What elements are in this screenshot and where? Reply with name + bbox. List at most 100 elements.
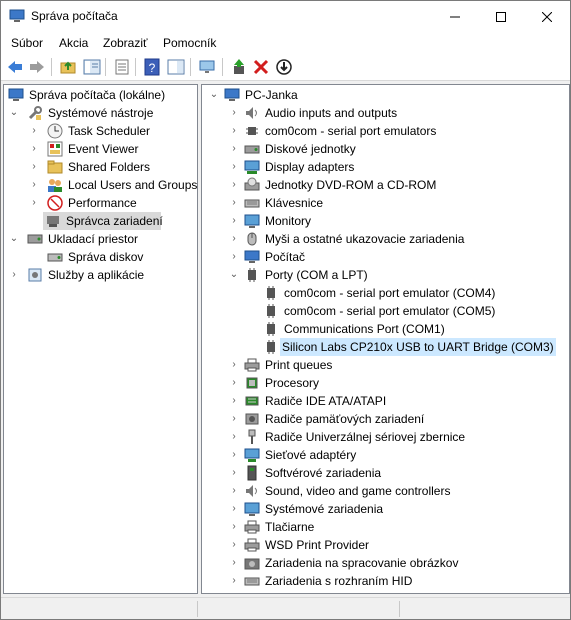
disable-icon[interactable] [275, 58, 293, 76]
device-category-usb-controllers[interactable]: › Radiče Univerzálnej sériovej zbernice [204, 428, 564, 446]
chevron-right-icon[interactable]: › [228, 518, 240, 536]
up-folder-icon[interactable] [59, 58, 77, 76]
device-category-com0com[interactable]: › com0com - serial port emulators [204, 122, 564, 140]
tree-item-device-manager[interactable]: Správca zariadení [43, 212, 163, 230]
device-category-hid[interactable]: › Zariadenia s rozhraním HID [204, 572, 564, 590]
chevron-right-icon[interactable]: › [228, 482, 240, 500]
toolbar-separator [135, 58, 136, 76]
back-icon[interactable] [6, 58, 24, 76]
status-bar [1, 597, 570, 619]
chevron-right-icon[interactable]: › [228, 230, 240, 248]
chevron-down-icon[interactable]: ⌄ [208, 86, 220, 104]
chevron-right-icon[interactable]: › [228, 122, 240, 140]
chevron-right-icon[interactable]: › [228, 158, 240, 176]
chevron-right-icon[interactable]: › [228, 248, 240, 266]
chevron-right-icon[interactable]: › [28, 194, 40, 212]
chevron-right-icon[interactable]: › [28, 176, 40, 194]
chevron-down-icon[interactable]: ⌄ [228, 266, 240, 284]
chevron-right-icon[interactable]: › [228, 104, 240, 122]
tree-item-storage[interactable]: ⌄ Ukladací priestor [6, 230, 196, 248]
chevron-right-icon[interactable]: › [228, 176, 240, 194]
chevron-right-icon[interactable]: › [228, 356, 240, 374]
uninstall-icon[interactable] [252, 58, 270, 76]
device-category-disk-drives[interactable]: › Diskové jednotky [204, 140, 564, 158]
chevron-right-icon[interactable]: › [228, 374, 240, 392]
chevron-down-icon[interactable]: ⌄ [8, 104, 20, 122]
menu-view[interactable]: Zobraziť [103, 36, 148, 50]
port-icon [267, 340, 275, 354]
menu-action[interactable]: Akcia [59, 36, 88, 50]
device-category-sound-video-game[interactable]: › Sound, video and game controllers [204, 482, 564, 500]
tree-item-services-and-applications[interactable]: › Služby a aplikácie [6, 266, 196, 284]
device-category-display-adapters[interactable]: › Display adapters [204, 158, 564, 176]
forward-icon[interactable] [28, 58, 46, 76]
chevron-right-icon[interactable]: › [228, 428, 240, 446]
device-category-system-devices[interactable]: › Systémové zariadenia [204, 500, 564, 518]
chevron-right-icon[interactable]: › [228, 554, 240, 572]
properties-icon[interactable] [113, 58, 131, 76]
device-category-mice[interactable]: › Myši a ostatné ukazovacie zariadenia [204, 230, 564, 248]
device-category-dvd-cd-rom[interactable]: › Jednotky DVD-ROM a CD-ROM [204, 176, 564, 194]
svg-text:?: ? [149, 61, 156, 75]
computer-management-icon [9, 9, 25, 22]
tree-item-computer-management[interactable]: Správa počítača (lokálne) [6, 86, 196, 104]
chevron-down-icon[interactable]: ⌄ [8, 230, 20, 248]
computer-management-icon [8, 88, 24, 101]
device-tree-pane[interactable]: ⌄ PC-Janka › Audio inputs and outputs › … [201, 84, 570, 594]
chevron-right-icon[interactable]: › [228, 410, 240, 428]
device-category-network-adapters[interactable]: › Sieťové adaptéry [204, 446, 564, 464]
device-com5[interactable]: com0com - serial port emulator (COM5) [204, 302, 564, 320]
device-category-monitors[interactable]: › Monitory [204, 212, 564, 230]
device-category-printers[interactable]: › Tlačiarne [204, 518, 564, 536]
chevron-right-icon[interactable]: › [228, 536, 240, 554]
device-com3-selected[interactable]: Silicon Labs CP210x USB to UART Bridge (… [263, 338, 556, 356]
chevron-right-icon[interactable]: › [28, 122, 40, 140]
software-device-icon [247, 465, 257, 481]
tree-item-event-viewer[interactable]: › Event Viewer [6, 140, 196, 158]
device-category-print-queues[interactable]: › Print queues [204, 356, 564, 374]
clock-icon [47, 123, 63, 139]
device-category-ports[interactable]: ⌄ Porty (COM a LPT) [204, 266, 564, 284]
tree-item-local-users-and-groups[interactable]: › Local Users and Groups [6, 176, 197, 194]
chevron-right-icon[interactable]: › [8, 266, 20, 284]
update-driver-icon[interactable] [230, 58, 248, 76]
device-category-wsd-print-provider[interactable]: › WSD Print Provider [204, 536, 564, 554]
tree-item-performance[interactable]: › Performance [6, 194, 196, 212]
device-root-pc-janka[interactable]: ⌄ PC-Janka [204, 86, 564, 104]
tree-item-shared-folders[interactable]: › Shared Folders [6, 158, 196, 176]
device-com1[interactable]: Communications Port (COM1) [204, 320, 564, 338]
navigation-tree-pane[interactable]: Správa počítača (lokálne) ⌄ Systémové ná… [3, 84, 198, 594]
device-category-processors[interactable]: › Procesory [204, 374, 564, 392]
chevron-right-icon[interactable]: › [228, 194, 240, 212]
menu-file[interactable]: Súbor [11, 36, 43, 50]
close-button[interactable] [524, 1, 570, 32]
tree-item-system-tools[interactable]: ⌄ Systémové nástroje [6, 104, 196, 122]
device-category-storage-controllers[interactable]: › Radiče pamäťových zariadení [204, 410, 564, 428]
chevron-right-icon[interactable]: › [28, 140, 40, 158]
chevron-right-icon[interactable]: › [228, 500, 240, 518]
chevron-right-icon[interactable]: › [28, 158, 40, 176]
chevron-right-icon[interactable]: › [228, 572, 240, 590]
monitor-icon[interactable] [198, 58, 216, 76]
minimize-button[interactable] [432, 1, 478, 32]
chevron-right-icon[interactable]: › [228, 446, 240, 464]
tree-item-disk-management[interactable]: Správa diskov [6, 248, 196, 266]
menu-help[interactable]: Pomocník [163, 36, 216, 50]
device-category-imaging-devices[interactable]: › Zariadenia na spracovanie obrázkov [204, 554, 564, 572]
device-category-software-devices[interactable]: › Softvérové zariadenia [204, 464, 564, 482]
chevron-right-icon[interactable]: › [228, 464, 240, 482]
tree-item-task-scheduler[interactable]: › Task Scheduler [6, 122, 196, 140]
help-icon[interactable]: ? [143, 58, 161, 76]
maximize-button[interactable] [478, 1, 524, 32]
action-pane-icon[interactable] [167, 58, 185, 76]
device-category-ide-controllers[interactable]: › Radiče IDE ATA/ATAPI [204, 392, 564, 410]
show-hide-tree-icon[interactable] [83, 58, 101, 76]
chevron-right-icon[interactable]: › [228, 392, 240, 410]
device-category-keyboards[interactable]: › Klávesnice [204, 194, 564, 212]
menu-bar: Súbor Akcia Zobraziť Pomocník [1, 32, 570, 54]
chevron-right-icon[interactable]: › [228, 140, 240, 158]
device-category-computer[interactable]: › Počítač [204, 248, 564, 266]
chevron-right-icon[interactable]: › [228, 212, 240, 230]
device-category-audio[interactable]: › Audio inputs and outputs [204, 104, 564, 122]
device-com4[interactable]: com0com - serial port emulator (COM4) [204, 284, 564, 302]
